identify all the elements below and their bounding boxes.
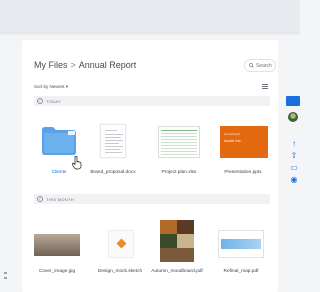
top-bar-shadow — [0, 32, 300, 36]
sort-dropdown[interactable]: Sort by Newest ▾ — [34, 84, 68, 90]
sketch-icon — [116, 238, 127, 249]
breadcrumb-current: Annual Report — [78, 60, 137, 70]
chevron-down-icon: ▾ — [65, 84, 69, 89]
section-label: THIS MONTH — [46, 196, 74, 202]
upload-icon[interactable]: ⇧ — [290, 152, 298, 160]
list-view-icon[interactable] — [262, 84, 268, 89]
file-name: Presentation.pptx — [224, 170, 262, 175]
rail-tab[interactable] — [286, 96, 300, 106]
left-edge-mark — [4, 277, 7, 279]
eye-icon[interactable]: ◉ — [290, 176, 298, 184]
folder-icon[interactable]: ▭ — [290, 164, 298, 172]
section-header-today[interactable]: ✓ TODAY — [34, 96, 270, 106]
breadcrumb: My Files > Annual Report — [34, 60, 136, 70]
file-name: Clients — [51, 170, 67, 175]
avatar[interactable] — [288, 112, 298, 122]
left-edge-mark — [4, 272, 7, 274]
spreadsheet-thumbnail — [158, 126, 200, 158]
file-browser-panel: My Files > Annual Report Search Sort by Ne… — [22, 40, 278, 292]
search-placeholder: Search — [256, 62, 272, 69]
moodboard-thumbnail — [160, 220, 194, 262]
file-name: Refinal_map.pdf — [223, 269, 259, 274]
pdf-thumbnail — [218, 230, 264, 258]
presentation-title: Acme Inc. — [224, 138, 242, 143]
pointer-cursor-icon — [72, 156, 82, 170]
image-thumbnail — [34, 234, 80, 256]
share-icon[interactable]: ↑ — [290, 140, 298, 148]
sketch-thumbnail — [108, 230, 134, 258]
search-icon — [249, 63, 254, 68]
search-box[interactable]: Search — [244, 59, 276, 72]
folder-icon — [42, 127, 76, 155]
file-name: Project plan.xlsx — [161, 170, 197, 175]
file-name: Brand_proposal.docx — [90, 170, 136, 175]
breadcrumb-separator: > — [70, 60, 76, 70]
document-thumbnail — [100, 124, 126, 158]
section-label: TODAY — [46, 98, 61, 104]
file-name: Cover_image.jpg — [38, 269, 76, 274]
check-icon: ✓ — [37, 196, 43, 202]
file-name: Autumn_moodboard.pdf — [151, 269, 203, 274]
section-header-this-month[interactable]: ✓ THIS MONTH — [34, 194, 270, 204]
top-bar — [0, 0, 300, 32]
right-rail: ↑ ⇧ ▭ ◉ — [282, 40, 300, 292]
check-icon: ✓ — [37, 98, 43, 104]
presentation-subtitle: Annual Report — [224, 133, 240, 136]
sort-label: Sort by Newest — [34, 84, 65, 89]
presentation-thumbnail: Annual Report Acme Inc. — [220, 126, 268, 158]
breadcrumb-root[interactable]: My Files — [34, 60, 68, 70]
file-name: Design_mock.sketch — [97, 269, 143, 274]
